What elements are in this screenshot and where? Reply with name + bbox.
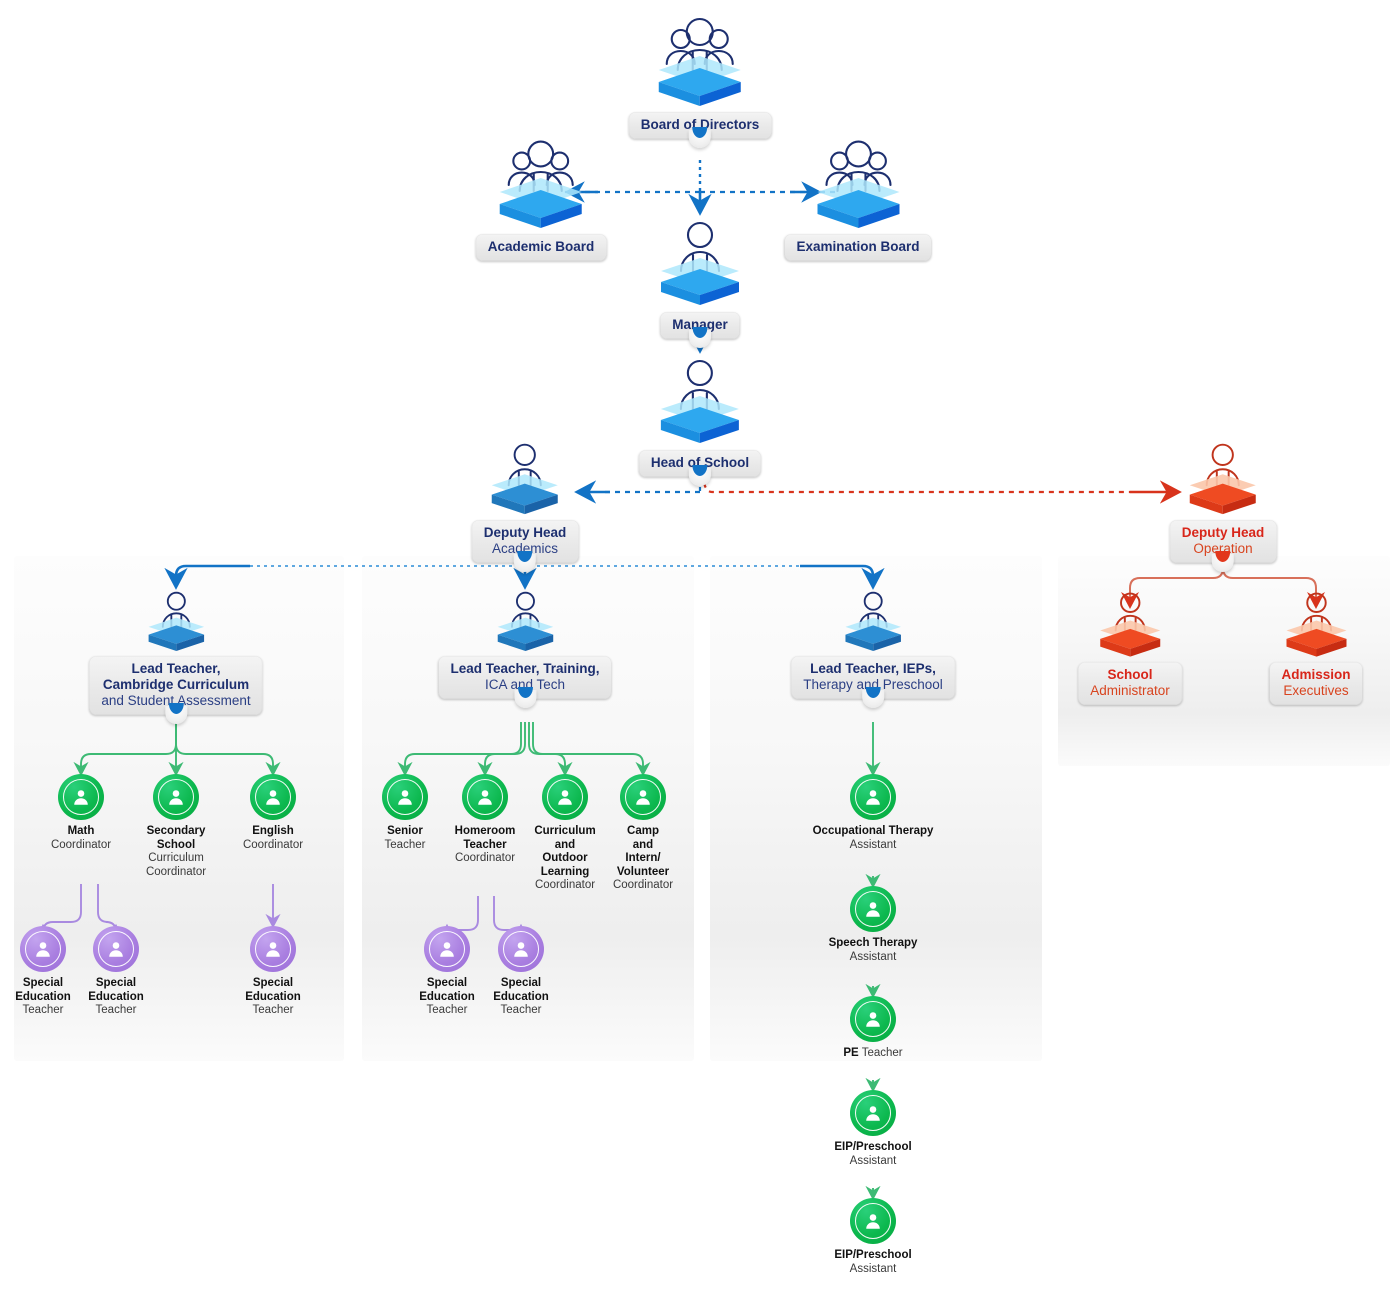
therapy-staff-node[interactable]: Occupational Therapy Assistant [798,774,948,852]
node-lead-teacher-training[interactable]: Lead Teacher, Training, ICA and Tech [438,582,612,708]
board-of-directors-label: Board of Directors [628,112,772,148]
school-administrator-label: School Administrator [1078,662,1182,705]
person-avatar-icon [477,432,573,520]
connector-knob [688,467,711,486]
role-label: Speech Therapy Assistant [828,937,918,963]
person-avatar-icon [850,996,896,1042]
person-avatar-icon [1273,582,1359,662]
node-school-administrator[interactable]: School Administrator [1078,582,1182,705]
connector-knob [689,129,711,148]
person-avatar-icon [153,774,199,820]
therapy-staff-node[interactable]: Speech Therapy Assistant [798,886,948,964]
therapy-staff-node[interactable]: EIP/Preschool Assistant [798,1090,948,1168]
node-academic-board[interactable]: Academic Board [475,130,607,261]
group-avatar-icon [645,8,755,112]
person-avatar-icon [1087,582,1173,662]
node-deputy-head-operation[interactable]: Deputy Head Operation [1169,432,1277,572]
org-chart-canvas: Board of Directors Academic Board Examin… [0,0,1400,1300]
person-avatar-icon [850,886,896,932]
person-avatar-icon [620,774,666,820]
academic-board-label: Academic Board [475,234,607,261]
role-label: EIP/Preschool Assistant [834,1141,912,1167]
node-lead-teacher-ieps[interactable]: Lead Teacher, IEPs, Therapy and Preschoo… [791,582,955,708]
special-education-teacher-node[interactable]: Special Education Teacher [41,926,191,1018]
person-avatar-icon [645,208,755,312]
person-avatar-icon [58,774,104,820]
lead-teacher-cambridge-label: Lead Teacher, Cambridge Curriculum and S… [89,656,263,724]
role-label: Special Education Teacher [245,977,301,1017]
node-head-of-school[interactable]: Head of School [638,346,762,486]
lead-teacher-training-label: Lead Teacher, Training, ICA and Tech [438,656,612,708]
person-avatar-icon [645,346,755,450]
person-avatar-icon [485,582,565,656]
role-label: Camp and Intern/Volunteer Coordinator [612,825,674,892]
node-lead-teacher-cambridge[interactable]: Lead Teacher, Cambridge Curriculum and S… [89,582,263,724]
role-label: Special Education Teacher [493,977,549,1017]
person-avatar-icon [833,582,913,656]
therapy-staff-node[interactable]: EIP/Preschool Assistant [798,1198,948,1276]
role-label: Occupational Therapy Assistant [812,825,934,851]
group-avatar-icon [486,130,596,234]
node-deputy-head-academics[interactable]: Deputy Head Academics [471,432,579,572]
special-education-teacher-node[interactable]: Special Education Teacher [198,926,348,1018]
therapy-staff-node[interactable]: PE Teacher [798,996,948,1061]
person-avatar-icon [93,926,139,972]
person-avatar-icon [250,926,296,972]
group-avatar-icon [803,130,913,234]
lead-teacher-ieps-label: Lead Teacher, IEPs, Therapy and Preschoo… [791,656,955,708]
person-avatar-icon [498,926,544,972]
manager-label: Manager [660,312,740,348]
role-label: PE Teacher [843,1047,903,1059]
node-admission-executives[interactable]: Admission Executives [1269,582,1363,705]
person-avatar-icon [136,582,216,656]
special-education-teacher-node[interactable]: Special Education Teacher [446,926,596,1018]
node-manager[interactable]: Manager [645,208,755,348]
head-of-school-label: Head of School [638,450,762,486]
admission-executives-label: Admission Executives [1269,662,1363,705]
coordinator-node[interactable]: English Coordinator [198,774,348,852]
deputy-head-academics-label: Deputy Head Academics [471,520,579,572]
role-label: EIP/Preschool Assistant [834,1249,912,1275]
coordinator-node[interactable]: Camp and Intern/Volunteer Coordinator [568,774,718,893]
node-board-of-directors[interactable]: Board of Directors [628,8,772,148]
person-avatar-icon [1175,432,1271,520]
examination-board-label: Examination Board [784,234,932,261]
person-avatar-icon [850,1198,896,1244]
node-examination-board[interactable]: Examination Board [784,130,932,261]
person-avatar-icon [250,774,296,820]
person-avatar-icon [850,1090,896,1136]
person-avatar-icon [850,774,896,820]
role-label: English Coordinator [242,825,304,851]
role-label: Special Education Teacher [88,977,144,1017]
deputy-head-operation-label: Deputy Head Operation [1169,520,1277,572]
